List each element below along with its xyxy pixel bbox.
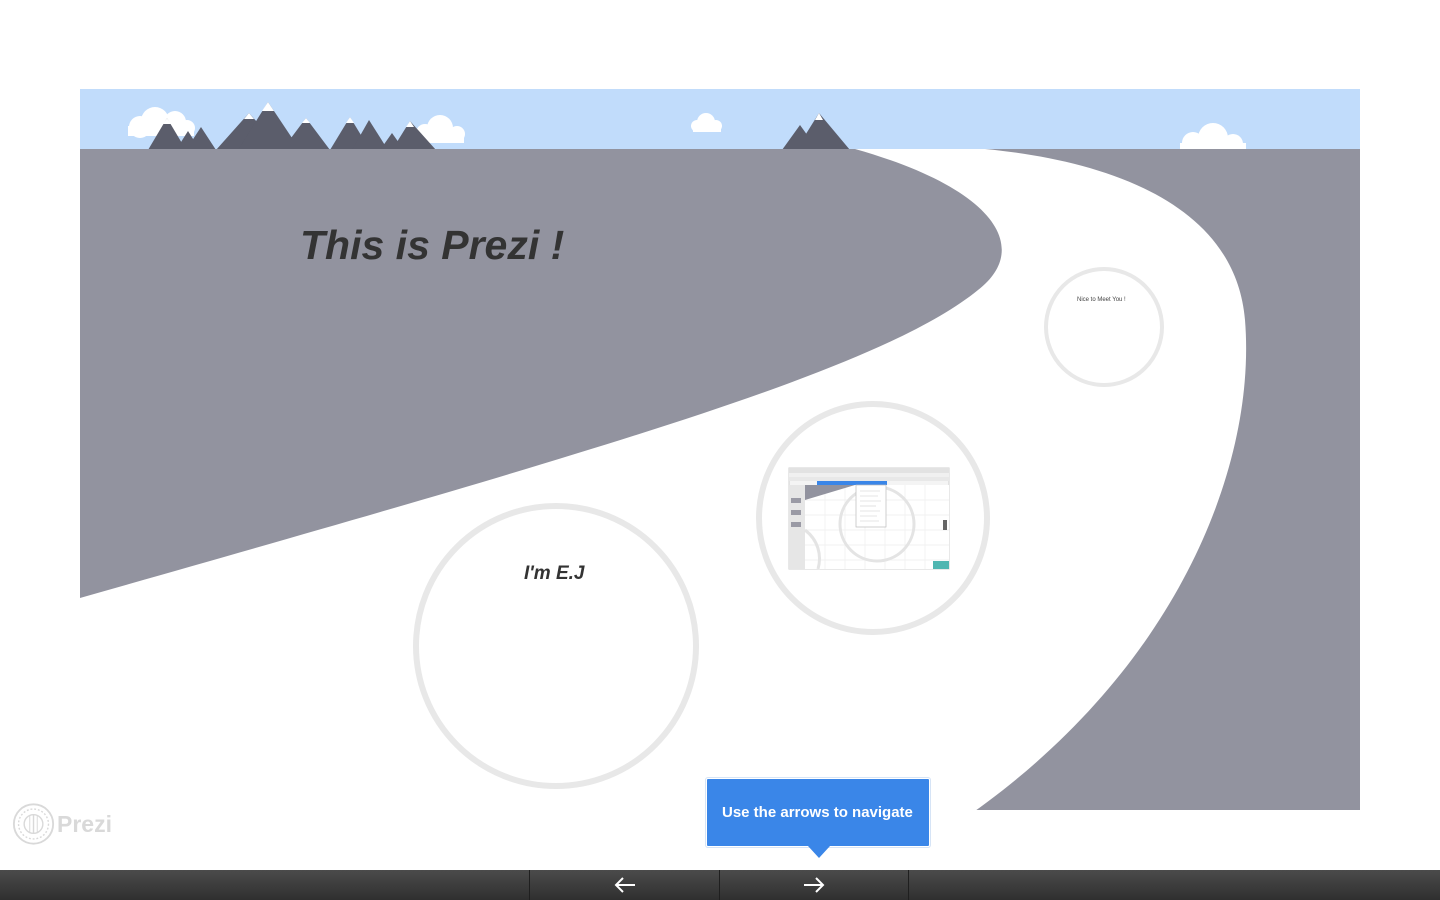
prezi-logo-icon — [12, 803, 55, 845]
previous-button[interactable] — [529, 870, 719, 900]
intro-bubble — [413, 503, 699, 789]
navigation-tooltip-text: Use the arrows to navigate — [722, 804, 913, 821]
prezi-logo: Prezi — [12, 800, 112, 848]
intro-bubble-label: I'm E.J — [524, 563, 585, 584]
navigation-tooltip: Use the arrows to navigate — [706, 778, 930, 847]
navigation-bar — [0, 870, 1440, 900]
next-button[interactable] — [719, 870, 909, 900]
tooltip-pointer — [808, 846, 830, 858]
slide-title: This is Prezi ! — [300, 222, 565, 268]
prezi-canvas[interactable]: This is Prezi ! I'm E.J Nice to Meet You… — [0, 0, 1440, 870]
arrow-right-icon — [804, 877, 825, 893]
prezi-logo-text: Prezi — [57, 810, 112, 837]
slide-background — [80, 89, 1360, 870]
nice-bubble — [1044, 267, 1164, 387]
nice-bubble-label: Nice to Meet You ! — [1077, 297, 1126, 303]
embedded-screenshot-thumbnail — [788, 467, 950, 570]
arrow-left-icon — [614, 877, 635, 893]
